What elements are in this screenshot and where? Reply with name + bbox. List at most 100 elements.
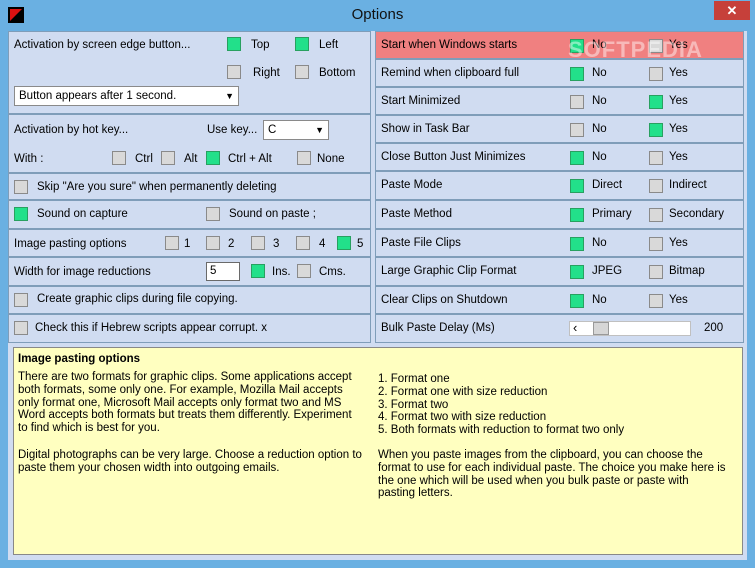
setting-row-start-minimized: Start Minimized No Yes xyxy=(375,87,744,115)
none-label: None xyxy=(317,153,345,165)
ctrl-alt-checkbox[interactable] xyxy=(206,151,220,165)
skip-confirm-panel: Skip "Are you sure" when permanently del… xyxy=(8,173,371,200)
paste-file-clips-option-b-checkbox[interactable] xyxy=(649,237,663,251)
image-option-1-checkbox[interactable] xyxy=(165,236,179,250)
setting-label: Start Minimized xyxy=(381,95,461,107)
setting-label: Show in Task Bar xyxy=(381,123,470,135)
setting-label: Paste Mode xyxy=(381,179,443,191)
help-list-item: 5. Both formats with reduction to format… xyxy=(378,424,625,437)
close-minimizes-option-a-checkbox[interactable] xyxy=(570,151,584,165)
image-option-4-checkbox[interactable] xyxy=(296,236,310,250)
paste-mode-option-a-label: Direct xyxy=(592,179,623,191)
show-taskbar-option-a-label: No xyxy=(592,123,607,135)
setting-row-paste-mode: Paste Mode Direct Indirect xyxy=(375,171,744,200)
help-title: Image pasting options xyxy=(18,353,141,365)
paste-file-clips-option-a-checkbox[interactable] xyxy=(570,237,584,251)
start-minimized-option-b-checkbox[interactable] xyxy=(649,95,663,109)
inches-label: Ins. xyxy=(272,266,291,278)
help-list-item: 2. Format one with size reduction xyxy=(378,385,548,398)
edge-top-checkbox[interactable] xyxy=(227,37,241,51)
setting-label: Large Graphic Clip Format xyxy=(381,265,517,277)
none-checkbox[interactable] xyxy=(297,151,311,165)
start-minimized-option-a-label: No xyxy=(592,95,607,107)
paste-method-option-b-checkbox[interactable] xyxy=(649,208,663,222)
close-minimizes-option-b-checkbox[interactable] xyxy=(649,151,663,165)
help-list-item: 3. Format two xyxy=(378,398,449,411)
help-left-paragraph-1: There are two formats for graphic clips.… xyxy=(18,371,352,435)
bulk-paste-label: Bulk Paste Delay (Ms) xyxy=(381,322,495,334)
setting-label: Close Button Just Minimizes xyxy=(381,151,526,163)
setting-row-show-taskbar: Show in Task Bar No Yes xyxy=(375,115,744,143)
paste-mode-option-b-checkbox[interactable] xyxy=(649,179,663,193)
edge-activation-panel: Activation by screen edge button... Top … xyxy=(8,31,371,114)
skip-confirm-checkbox[interactable] xyxy=(14,180,28,194)
image-option-2-checkbox[interactable] xyxy=(206,236,220,250)
setting-row-paste-file-clips: Paste File Clips No Yes xyxy=(375,229,744,257)
start-minimized-option-a-checkbox[interactable] xyxy=(570,95,584,109)
setting-label: Paste Method xyxy=(381,208,452,220)
bulk-paste-value: 200 xyxy=(704,322,724,334)
slider-thumb[interactable] xyxy=(593,322,609,335)
edge-bottom-checkbox[interactable] xyxy=(295,65,309,79)
sound-paste-label: Sound on paste ; xyxy=(229,208,316,220)
alt-checkbox[interactable] xyxy=(161,151,175,165)
edge-left-checkbox[interactable] xyxy=(295,37,309,51)
remind-full-option-b-checkbox[interactable] xyxy=(649,67,663,81)
sound-capture-label: Sound on capture xyxy=(37,208,128,220)
image-option-3-checkbox[interactable] xyxy=(251,236,265,250)
graphic-format-option-a-checkbox[interactable] xyxy=(570,265,584,279)
slider-left-arrow[interactable]: ‹ xyxy=(573,320,577,335)
chevron-down-icon: ▼ xyxy=(225,91,234,101)
image-option-5-checkbox[interactable] xyxy=(337,236,351,250)
paste-method-option-a-checkbox[interactable] xyxy=(570,208,584,222)
clear-shutdown-option-b-label: Yes xyxy=(669,294,688,306)
paste-method-option-b-label: Secondary xyxy=(669,208,724,220)
remind-full-option-b-label: Yes xyxy=(669,67,688,79)
setting-row-graphic-format: Large Graphic Clip Format JPEG Bitmap xyxy=(375,257,744,286)
edge-delay-select[interactable]: Button appears after 1 second. ▼ xyxy=(14,86,239,106)
close-button[interactable]: ✕ xyxy=(714,1,750,20)
hebrew-label: Check this if Hebrew scripts appear corr… xyxy=(35,322,268,334)
clear-shutdown-option-a-checkbox[interactable] xyxy=(570,294,584,308)
alt-label: Alt xyxy=(184,153,198,165)
graphic-format-option-b-checkbox[interactable] xyxy=(649,265,663,279)
graphic-clips-label: Create graphic clips during file copying… xyxy=(37,293,238,305)
setting-label: Remind when clipboard full xyxy=(381,67,520,79)
paste-method-option-a-label: Primary xyxy=(592,208,632,220)
ctrl-checkbox[interactable] xyxy=(112,151,126,165)
hotkey-select[interactable]: C ▼ xyxy=(263,120,329,140)
edge-right-checkbox[interactable] xyxy=(227,65,241,79)
with-label: With : xyxy=(14,153,44,165)
hotkey-label: Activation by hot key... xyxy=(14,124,129,136)
clear-shutdown-option-a-label: No xyxy=(592,294,607,306)
inches-checkbox[interactable] xyxy=(251,264,265,278)
edge-bottom-label: Bottom xyxy=(319,67,356,79)
graphic-format-option-a-label: JPEG xyxy=(592,265,623,277)
ctrl-alt-label: Ctrl + Alt xyxy=(228,153,272,165)
setting-row-close-minimizes: Close Button Just Minimizes No Yes xyxy=(375,143,744,171)
paste-mode-option-a-checkbox[interactable] xyxy=(570,179,584,193)
edge-right-label: Right xyxy=(253,67,280,79)
skip-confirm-label: Skip "Are you sure" when permanently del… xyxy=(37,181,277,193)
hebrew-checkbox[interactable] xyxy=(14,321,28,335)
clear-shutdown-option-b-checkbox[interactable] xyxy=(649,294,663,308)
remind-full-option-a-checkbox[interactable] xyxy=(570,67,584,81)
image-option-5-label: 5 xyxy=(357,238,364,250)
edge-delay-value: Button appears after 1 second. xyxy=(19,90,177,102)
title-bar: Options ✕ xyxy=(0,0,755,31)
show-taskbar-option-b-checkbox[interactable] xyxy=(649,123,663,137)
help-right-paragraph: When you paste images from the clipboard… xyxy=(378,449,726,500)
show-taskbar-option-a-checkbox[interactable] xyxy=(570,123,584,137)
hotkey-value: C xyxy=(268,124,277,136)
graphic-clips-checkbox[interactable] xyxy=(14,293,28,307)
help-format-list: 1. Format one 2. Format one with size re… xyxy=(378,373,624,437)
bulk-paste-slider[interactable]: ‹ xyxy=(569,320,691,336)
sound-capture-checkbox[interactable] xyxy=(14,207,28,221)
bulk-paste-row: Bulk Paste Delay (Ms) ‹ 200 xyxy=(375,314,744,343)
cms-checkbox[interactable] xyxy=(297,264,311,278)
width-input[interactable]: 5 xyxy=(206,262,240,281)
image-option-4-label: 4 xyxy=(319,238,326,250)
sound-paste-checkbox[interactable] xyxy=(206,207,220,221)
setting-label: Start when Windows starts xyxy=(381,39,518,51)
edge-top-label: Top xyxy=(251,39,270,51)
